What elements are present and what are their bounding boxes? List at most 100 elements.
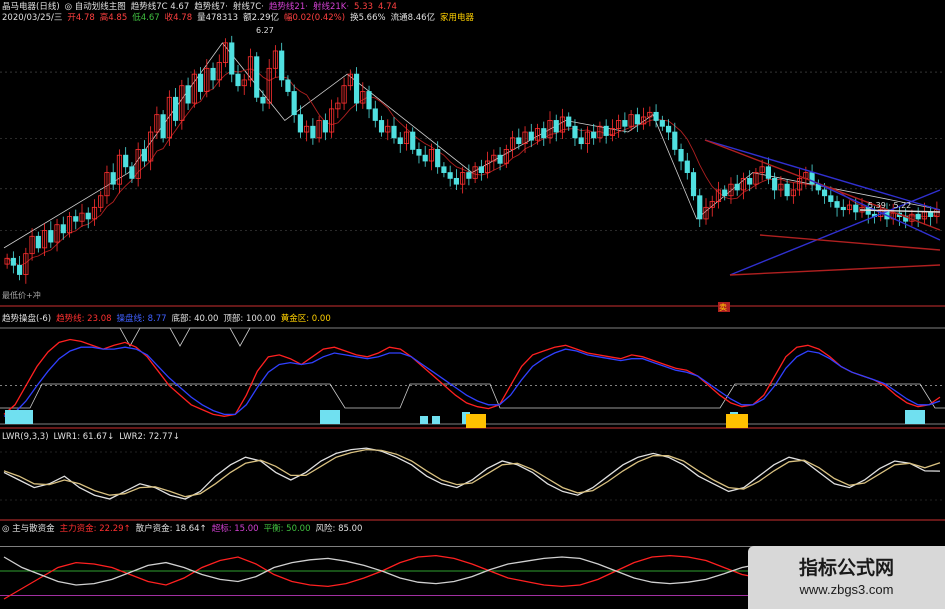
main-header-row1: 晶马电器(日线) ◎ 自动划线主图 趋势线7C 4.67 趋势线7· 射线7C· 趋势线2… [2, 2, 402, 12]
candle-body-125 [784, 183, 790, 197]
candle-body-37 [235, 73, 241, 87]
candle-body-63 [397, 137, 403, 145]
candle-body-122 [765, 166, 771, 179]
panel2-header-item-4: 顶部: 100.00 [223, 314, 276, 324]
main-header-row2-item-10: 家用电器 [440, 13, 475, 23]
candle-body-62 [391, 125, 397, 139]
main-header-row2-item-3: 低4.67 [132, 13, 160, 23]
p2-series-1 [3, 346, 941, 417]
p2-gold-block-0 [466, 414, 486, 428]
candle-body-101 [634, 114, 640, 125]
main-header-row1-item-1: ◎ 自动划线主图 [64, 2, 126, 12]
candle-body-72 [453, 177, 459, 185]
candle-body-110 [690, 172, 697, 197]
candle-body-107 [672, 131, 678, 150]
candle-body-79 [497, 154, 503, 164]
candle-body-49 [310, 125, 316, 139]
candle-body-123 [772, 177, 778, 191]
p2-cyan-block-2 [420, 416, 428, 424]
low-price-label: 最低价+冲 [2, 290, 41, 300]
candle-body-22 [141, 149, 147, 162]
panel2-header-item-0: 趋势操盘(-6) [2, 314, 52, 324]
candle-body-96 [603, 125, 609, 136]
candle-body-94 [591, 131, 597, 139]
candle-body-106 [665, 125, 672, 133]
candle-body-65 [410, 131, 416, 150]
candle-body-111 [697, 195, 703, 220]
candle-body-71 [447, 172, 453, 179]
candle-body-91 [572, 125, 578, 139]
candle-body-76 [478, 166, 484, 173]
projection-line-3 [729, 264, 941, 276]
main-header-row2-item-9: 流通8.46亿 [390, 13, 436, 23]
candle-body-136 [853, 204, 859, 213]
candle-body-60 [378, 120, 385, 133]
candle-body-7 [48, 230, 54, 243]
candle-body-99 [622, 120, 628, 127]
main-header-row2-item-5: 量478313 [197, 13, 239, 23]
main-header-row2-item-7: 幅0.02(0.42%) [284, 13, 346, 23]
candle-body-45 [285, 79, 291, 92]
panel3-header-item-1: LWR1: 61.67↓ [53, 432, 115, 442]
main-header-row2-item-2: 高4.85 [99, 13, 128, 23]
main-header-row2-item-8: 换5.66% [350, 13, 386, 23]
main-header-row1-item-6: 射线21K· [312, 2, 350, 12]
candle-body-31 [197, 73, 204, 92]
sell-signal-label: 卖 [719, 303, 727, 312]
candle-body-117 [734, 183, 740, 191]
candle-body-33 [210, 67, 216, 81]
candle-body-108 [678, 149, 684, 162]
candle-body-92 [578, 137, 584, 145]
candle-body-115 [722, 189, 728, 197]
panel4-header-item-1: 主力资金: 22.29↑ [59, 524, 131, 534]
panel4-header-item-2: 散户资金: 18.64↑ [135, 524, 207, 534]
candle-body-13 [85, 212, 91, 220]
projection-line-5 [759, 234, 941, 251]
candle-body-146 [915, 213, 921, 220]
candle-body-88 [553, 120, 559, 133]
candle-body-67 [422, 154, 428, 162]
p2-cyan-block-6 [905, 410, 925, 424]
main-header-row1-item-4: 射线7C· [232, 2, 264, 12]
panel2-header-item-5: 黄金区: 0.00 [280, 314, 331, 324]
candle-body-58 [366, 91, 372, 110]
main-header-row2-item-6: 额2.29亿 [243, 13, 279, 23]
p2-series-0 [3, 338, 941, 417]
main-header-row2: 2020/03/25/三 开4.78 高4.85 低4.67 收4.78 量478313 额… [2, 13, 479, 23]
candle-body-82 [516, 137, 522, 145]
candle-body-44 [279, 50, 285, 81]
candle-body-133 [834, 201, 840, 208]
p2-cyan-block-3 [432, 416, 440, 424]
candle-body-40 [254, 56, 260, 98]
panel4-header-item-4: 平衡: 50.00 [263, 524, 311, 534]
candle-body-9 [60, 224, 66, 234]
candle-body-36 [229, 42, 235, 75]
candle-body-132 [828, 195, 834, 202]
candle-body-59 [372, 108, 378, 121]
p2-cyan-block-0 [5, 410, 33, 424]
candle-body-27 [173, 96, 179, 121]
main-header-row1-item-3: 趋势线7· [194, 2, 228, 12]
main-header-row1-item-0: 晶马电器(日线) [2, 2, 60, 12]
panel2-header-item-3: 底部: 40.00 [171, 314, 219, 324]
candle-body-105 [659, 120, 665, 127]
candle-body-29 [185, 85, 191, 104]
main-header-row2-item-0: 2020/03/25/三 [2, 13, 63, 23]
candle-body-70 [441, 166, 447, 173]
candle-body-134 [840, 206, 846, 211]
candle-body-19 [123, 154, 129, 168]
candle-body-5 [35, 235, 41, 249]
candle-body-131 [821, 189, 828, 197]
candle-body-148 [928, 211, 934, 217]
panel3-header-item-0: LWR(9,3,3) [2, 432, 49, 442]
candle-body-104 [653, 111, 659, 121]
projection-line-0 [704, 139, 941, 211]
candle-body-109 [684, 160, 690, 173]
main-header-row2-item-1: 开4.78 [67, 13, 95, 23]
panel2-header: 趋势操盘(-6) 趋势线: 23.08 操盘线: 8.77 底部: 40.00 顶部: … [2, 314, 336, 324]
p2-cyan-block-1 [320, 410, 340, 424]
candle-body-25 [160, 114, 166, 139]
candle-body-69 [435, 149, 441, 168]
watermark-title: 指标公式网 [798, 557, 894, 579]
p2-gold-block-1 [726, 414, 748, 428]
